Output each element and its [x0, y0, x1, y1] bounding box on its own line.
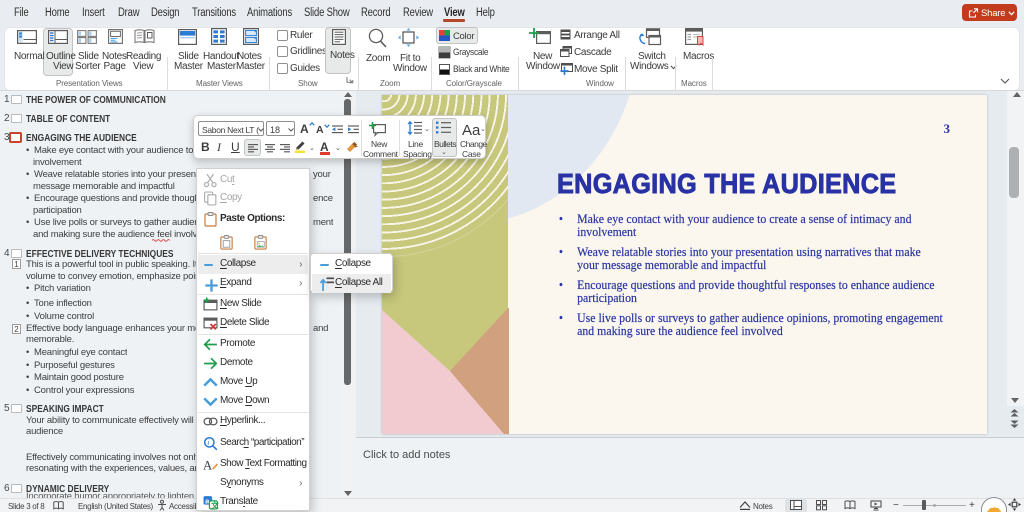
svg-text:文: 文	[211, 500, 219, 510]
svg-text:A: A	[203, 458, 213, 472]
svg-text:i: i	[208, 440, 210, 447]
